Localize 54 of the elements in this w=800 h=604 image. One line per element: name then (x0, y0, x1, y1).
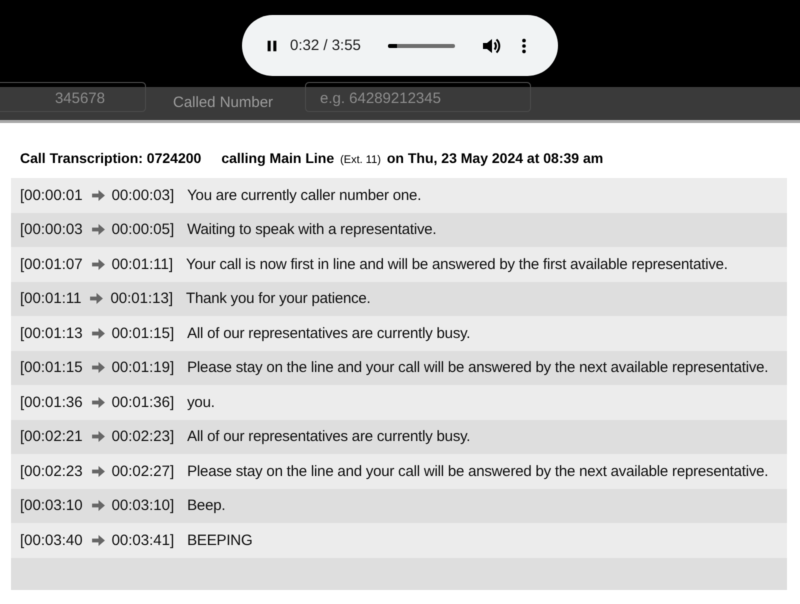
transcript-text: Please stay on the line and your call will be answered by the next available representative. (187, 359, 768, 376)
end-time: 00:02:27] (112, 462, 174, 480)
arrow-icon (90, 293, 104, 304)
start-time: [00:01:07 (20, 256, 83, 273)
end-time: 00:01:13] (110, 290, 174, 308)
end-time: 00:00:05] (112, 221, 174, 238)
start-time: [00:01:13 (20, 324, 83, 342)
start-time: [00:01:36 (20, 394, 83, 411)
start-time: [00:03:40 (20, 532, 83, 549)
input-field: 345678 (0, 82, 146, 112)
end-time: 00:03:41] (112, 532, 174, 549)
extension-label: (Ext. 11) (340, 154, 381, 166)
arrow-icon (92, 500, 105, 512)
field-label: Called Number (173, 94, 274, 111)
end-time: 00:01:11] (112, 256, 174, 273)
callee-name: calling Main Line (221, 150, 334, 166)
end-time: 00:01:19] (112, 359, 174, 376)
transcript-text: BEEPING (187, 532, 252, 549)
end-time: 00:01:36] (112, 394, 174, 411)
transcript-text: All of our representatives are currently busy. (187, 428, 470, 446)
start-time: [00:00:01 (20, 186, 83, 204)
arrow-icon (92, 362, 105, 374)
playback-time: 0:32 / 3:55 (290, 37, 361, 54)
arrow-icon (92, 534, 105, 546)
transcript-text: All of our representatives are currently busy. (187, 324, 470, 342)
arrow-icon (92, 328, 105, 339)
seek-bar[interactable] (388, 44, 455, 48)
arrow-icon (92, 258, 105, 270)
arrow-icon (92, 224, 105, 236)
start-time: [00:01:11 (20, 290, 82, 308)
input-field: e.g. 64289212345 (305, 82, 531, 112)
end-time: 00:02:23] (112, 428, 174, 446)
start-time: [00:03:10 (20, 497, 83, 514)
call-title: Call Transcription: 0724200 (20, 150, 202, 166)
arrow-icon (92, 466, 105, 477)
start-time: [00:02:21 (20, 428, 83, 446)
arrow-icon (92, 431, 105, 442)
transcript-text: You are currently caller number one. (187, 186, 422, 204)
transcript-text: Thank you for your patience. (186, 290, 371, 308)
end-time: 00:03:10] (112, 497, 174, 514)
transcript-text: Your call is now first in line and will be answered by the first available representative. (186, 256, 728, 273)
call-date: on Thu, 23 May 2024 at 08:39 am (386, 150, 604, 166)
transcript-text: Beep. (187, 497, 226, 514)
transcript-text: Please stay on the line and your call will be answered by the next available representative. (187, 462, 768, 480)
start-time: [00:00:03 (20, 221, 83, 238)
end-time: 00:00:03] (112, 186, 174, 204)
arrow-icon (92, 190, 105, 201)
start-time: [00:02:23 (20, 462, 83, 480)
more-icon[interactable] (520, 36, 527, 54)
arrow-icon (92, 396, 105, 408)
start-time: [00:01:15 (20, 359, 83, 376)
transcript-text: you. (187, 394, 215, 411)
end-time: 00:01:15] (112, 324, 174, 342)
transcript-text: Waiting to speak with a representative. (187, 221, 436, 238)
